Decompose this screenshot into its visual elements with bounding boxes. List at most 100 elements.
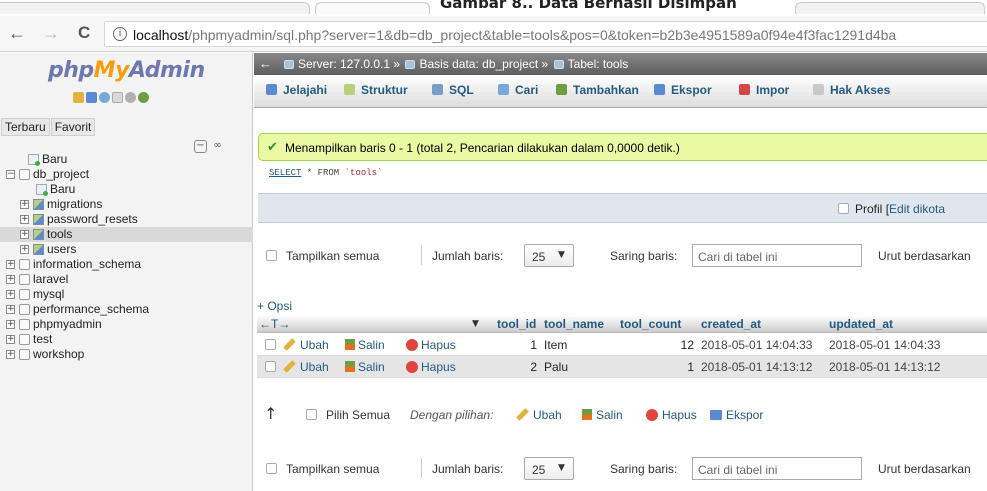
success-notice: ✔ Menampilkan baris 0 - 1 (total 2, Penc… xyxy=(258,133,987,161)
tree-item-phpmyadmin[interactable]: + phpmyadmin xyxy=(0,317,253,332)
tree-item-db-project[interactable]: − db_project xyxy=(0,167,253,182)
phpmyadmin-logo[interactable]: phpMyAdmin xyxy=(48,58,205,83)
logout-icon[interactable] xyxy=(86,92,97,104)
tree-item-tools[interactable]: + tools xyxy=(0,227,253,242)
favorite-tab[interactable]: Favorit xyxy=(50,118,96,136)
tree-item-password-resets[interactable]: + password_resets xyxy=(0,212,253,227)
tab-tambahkan[interactable]: Tambahkan xyxy=(556,83,639,97)
sql-select-keyword[interactable]: SELECT xyxy=(269,168,301,178)
docs-icon[interactable] xyxy=(112,92,123,104)
tab-cari[interactable]: Cari xyxy=(498,83,538,97)
cell-tool-count[interactable]: 12 xyxy=(620,338,694,352)
browser-tab[interactable] xyxy=(315,2,430,14)
cell-tool-name[interactable]: Palu xyxy=(544,360,568,374)
profiling-checkbox[interactable] xyxy=(838,203,849,214)
tree-item-Baru[interactable]: Baru xyxy=(0,182,253,197)
tree-item-Baru[interactable]: Baru xyxy=(0,152,253,167)
expand-icon[interactable]: + xyxy=(20,245,29,254)
bulk-delete-button[interactable]: Hapus xyxy=(646,408,697,422)
collapse-icon[interactable]: − xyxy=(6,170,15,179)
column-nav-arrows[interactable]: ←T→ xyxy=(259,317,290,331)
show-all-checkbox[interactable] xyxy=(266,250,277,261)
column-header[interactable]: created_at xyxy=(701,317,761,331)
filter-input[interactable]: Cari di tabel ini xyxy=(692,244,862,267)
browser-tab[interactable] xyxy=(795,2,985,14)
copy-row-button[interactable]: Salin xyxy=(345,360,385,374)
breadcrumb-database[interactable]: Basis data: db_project xyxy=(419,57,538,71)
options-link[interactable]: + Opsi xyxy=(257,299,292,313)
bulk-edit-button[interactable]: Ubah xyxy=(516,408,562,422)
info-icon[interactable]: i xyxy=(113,27,127,41)
breadcrumb-table[interactable]: Tabel: tools xyxy=(568,57,629,71)
cell-updated-at[interactable]: 2018-05-01 14:13:12 xyxy=(829,360,940,374)
expand-icon[interactable]: + xyxy=(20,230,29,239)
tree-item-users[interactable]: + users xyxy=(0,242,253,257)
column-header[interactable]: tool_count xyxy=(620,317,681,331)
expand-icon[interactable]: + xyxy=(20,200,29,209)
reload-button[interactable]: C xyxy=(78,23,90,43)
expand-icon[interactable]: + xyxy=(6,260,15,269)
tree-item-workshop[interactable]: + workshop xyxy=(0,347,253,362)
show-all-checkbox[interactable] xyxy=(266,463,277,474)
tab-icon xyxy=(739,84,750,95)
tab-hak-akses[interactable]: Hak Akses xyxy=(813,83,890,97)
tab-jelajahi[interactable]: Jelajahi xyxy=(266,83,327,97)
cell-tool-name[interactable]: Item xyxy=(544,338,567,352)
forward-button[interactable]: → xyxy=(42,23,60,43)
bulk-copy-button[interactable]: Salin xyxy=(582,408,623,422)
cell-tool-id[interactable]: 1 xyxy=(497,338,537,352)
copy-row-button[interactable]: Salin xyxy=(345,338,385,352)
tree-item-performance-schema[interactable]: + performance_schema xyxy=(0,302,253,317)
rows-select[interactable]: 25 ▼ xyxy=(524,244,574,267)
expand-icon[interactable]: + xyxy=(6,350,15,359)
cell-created-at[interactable]: 2018-05-01 14:13:12 xyxy=(701,360,812,374)
select-all-label[interactable]: Pilih Semua xyxy=(326,408,390,422)
expand-icon[interactable]: + xyxy=(6,305,15,314)
edit-row-button[interactable]: Ubah xyxy=(283,338,329,352)
breadcrumb: ← Server: 127.0.0.1 » Basis data: db_pro… xyxy=(254,53,987,75)
tree-item-information-schema[interactable]: + information_schema xyxy=(0,257,253,272)
column-header[interactable]: tool_id xyxy=(497,317,536,331)
expand-icon[interactable]: + xyxy=(6,335,15,344)
select-all-checkbox[interactable] xyxy=(306,409,317,420)
tree-item-mysql[interactable]: + mysql xyxy=(0,287,253,302)
recent-tab[interactable]: Terbaru xyxy=(1,118,50,136)
tree-item-migrations[interactable]: + migrations xyxy=(0,197,253,212)
collapse-nav-icon[interactable]: ← xyxy=(259,56,272,71)
expand-icon[interactable]: + xyxy=(6,290,15,299)
home-icon[interactable] xyxy=(73,92,84,104)
browser-tab-active[interactable] xyxy=(0,2,310,14)
back-button[interactable]: ← xyxy=(8,23,26,43)
column-header[interactable]: tool_name xyxy=(544,317,604,331)
cell-tool-count[interactable]: 1 xyxy=(620,360,694,374)
row-checkbox[interactable] xyxy=(265,339,276,350)
table-row: Ubah Salin Hapus 2 Palu 1 2018-05-01 14:13:12 2… xyxy=(257,356,987,378)
help-icon[interactable] xyxy=(99,92,110,104)
cell-tool-id[interactable]: 2 xyxy=(497,360,537,374)
edit-row-button[interactable]: Ubah xyxy=(283,360,329,374)
expand-icon[interactable]: + xyxy=(6,320,15,329)
bulk-export-button[interactable]: Ekspor xyxy=(710,408,763,422)
address-bar[interactable]: i localhost/phpmyadmin/sql.php?server=1&… xyxy=(104,21,987,47)
tree-item-laravel[interactable]: + laravel xyxy=(0,272,253,287)
column-header[interactable]: updated_at xyxy=(829,317,893,331)
url-path: /phpmyadmin/sql.php?server=1&db=db_proje… xyxy=(188,27,897,43)
reload-nav-icon[interactable] xyxy=(138,92,149,104)
delete-row-button[interactable]: Hapus xyxy=(406,338,456,352)
edit-inline-link[interactable]: Edit dikota xyxy=(889,202,945,216)
delete-row-button[interactable]: Hapus xyxy=(406,360,456,374)
expand-icon[interactable]: + xyxy=(6,275,15,284)
tab-sql[interactable]: SQL xyxy=(432,83,474,97)
rows-select[interactable]: 25 ▼ xyxy=(524,457,574,480)
filter-input[interactable]: Cari di tabel ini xyxy=(692,457,862,480)
cell-created-at[interactable]: 2018-05-01 14:04:33 xyxy=(701,338,812,352)
expand-icon[interactable]: + xyxy=(20,215,29,224)
settings-icon[interactable] xyxy=(125,92,136,104)
tab-impor[interactable]: Impor xyxy=(739,83,789,97)
breadcrumb-server[interactable]: Server: 127.0.0.1 xyxy=(298,57,390,71)
tab-struktur[interactable]: Struktur xyxy=(344,83,408,97)
row-checkbox[interactable] xyxy=(265,361,276,372)
tree-item-test[interactable]: + test xyxy=(0,332,253,347)
cell-updated-at[interactable]: 2018-05-01 14:04:33 xyxy=(829,338,940,352)
tab-ekspor[interactable]: Ekspor xyxy=(654,83,712,97)
